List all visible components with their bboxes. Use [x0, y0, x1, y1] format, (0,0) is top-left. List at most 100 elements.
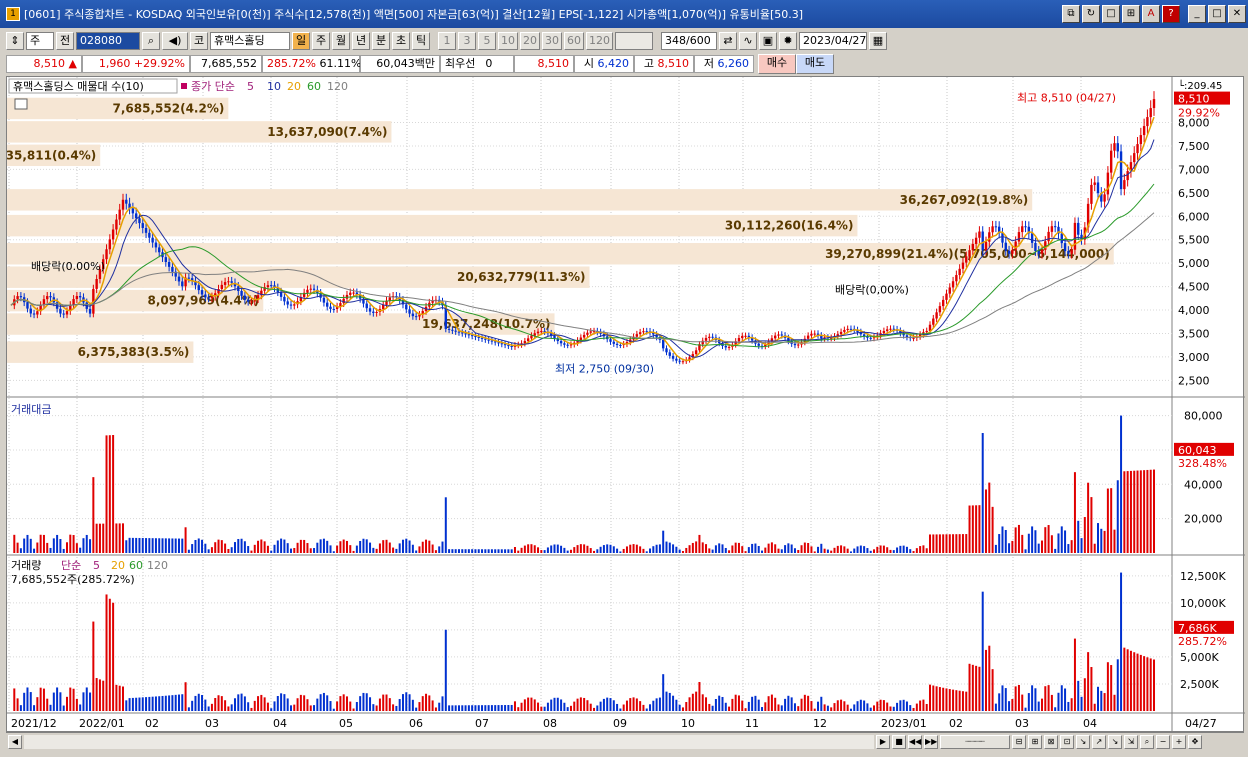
link-icon[interactable]: ⧉: [1062, 5, 1080, 23]
amount-bar: [1027, 533, 1030, 553]
trend-icon[interactable]: ∿: [739, 32, 757, 50]
chart-scrollbar[interactable]: ◀ ▶ ■ ◀◀ ▶▶ ┈┈┈┈ ⊟ ⊞ ⊠ ⊡ ↘ ↗ ↘ ⇲ ⌕ − + ✥: [6, 732, 1244, 750]
amount-bar: [569, 549, 572, 553]
rewind-icon[interactable]: ◀◀: [908, 734, 922, 749]
minute-1[interactable]: 1: [438, 32, 456, 50]
window-icon[interactable]: □: [1102, 5, 1120, 23]
candle-body: [932, 318, 935, 325]
help-icon[interactable]: ?: [1162, 5, 1180, 23]
candle-body: [118, 209, 121, 220]
candle-body: [540, 331, 543, 333]
amount-bar: [461, 549, 464, 553]
volume-bar: [1129, 650, 1132, 711]
minus-icon[interactable]: −: [1156, 734, 1170, 749]
forward-icon[interactable]: ▶▶: [924, 734, 938, 749]
price-tick: 3,500: [1178, 327, 1210, 340]
grid-icon[interactable]: ⊞: [1122, 5, 1140, 23]
minimize-button[interactable]: _: [1188, 5, 1206, 23]
pin-icon[interactable]: ⇕: [6, 32, 24, 50]
draw1-icon[interactable]: ↘: [1076, 734, 1090, 749]
candle-body: [375, 312, 378, 313]
scroll-left-icon[interactable]: ◀: [8, 734, 22, 749]
amount-bar: [606, 544, 609, 553]
volume-bar: [1080, 696, 1083, 711]
stock-code-input[interactable]: 028080: [76, 32, 140, 50]
volume-bar: [1024, 707, 1027, 711]
layout2-icon[interactable]: ⊞: [1028, 734, 1042, 749]
minute-3[interactable]: 3: [458, 32, 476, 50]
scroll-track[interactable]: [24, 734, 874, 749]
refresh-icon[interactable]: ↻: [1082, 5, 1100, 23]
amount-bar: [158, 538, 161, 553]
amount-bar: [177, 538, 180, 553]
prev-button[interactable]: 전: [56, 32, 74, 50]
amount-bar: [257, 540, 260, 553]
volume-profile-label: 735,811(0.4%): [7, 148, 96, 162]
amount-bar: [474, 549, 477, 553]
plus-icon[interactable]: +: [1172, 734, 1186, 749]
draw3-icon[interactable]: ↘: [1108, 734, 1122, 749]
volume-bar: [530, 697, 533, 711]
chart-area[interactable]: 8,000 7,500 7,000 6,500 6,000 5,500 5,000 4,500…: [6, 76, 1245, 733]
layout3-icon[interactable]: ⊠: [1044, 734, 1058, 749]
interval-month[interactable]: 월: [332, 32, 350, 50]
amount-bar: [135, 537, 138, 553]
interval-week[interactable]: 주: [312, 32, 330, 50]
price-tick: 5,500: [1178, 234, 1210, 247]
save-icon[interactable]: ▣: [759, 32, 777, 50]
volume-bar: [49, 704, 52, 711]
interval-second[interactable]: 초: [392, 32, 410, 50]
interval-day[interactable]: 일: [292, 32, 310, 50]
candle-body: [905, 335, 909, 338]
layout1-icon[interactable]: ⊟: [1012, 734, 1026, 749]
candle-body: [1067, 251, 1070, 254]
arrows-icon[interactable]: ⇄: [719, 32, 737, 50]
draw4-icon[interactable]: ⇲: [1124, 734, 1138, 749]
volume-bar: [253, 700, 256, 711]
speaker-icon[interactable]: ◀): [162, 32, 188, 50]
minute-120[interactable]: 120: [586, 32, 613, 50]
volume-bar: [1126, 649, 1129, 711]
minute-20[interactable]: 20: [520, 32, 540, 50]
minute-30[interactable]: 30: [542, 32, 562, 50]
stock-chart[interactable]: 8,0007,5007,0006,5006,0005,5005,0004,500…: [7, 77, 1245, 733]
move-icon[interactable]: ✥: [1188, 734, 1202, 749]
stop-icon[interactable]: ■: [892, 734, 906, 749]
close-button[interactable]: ✕: [1228, 5, 1246, 23]
volume-bar: [197, 693, 200, 711]
search-icon[interactable]: ⌕: [142, 32, 160, 50]
amount-bar: [833, 547, 836, 553]
amount-bar: [1139, 470, 1142, 553]
minute-custom-input[interactable]: [615, 32, 653, 50]
sell-button[interactable]: 매도: [796, 54, 834, 74]
candle-body: [59, 308, 62, 314]
maximize-button[interactable]: □: [1208, 5, 1226, 23]
volume-bar: [303, 695, 306, 711]
minute-5[interactable]: 5: [478, 32, 496, 50]
volume-profile-label: 13,637,090(7.4%): [267, 125, 387, 139]
layout4-icon[interactable]: ⊡: [1060, 734, 1074, 749]
calendar-icon[interactable]: ▦: [869, 32, 887, 50]
settings-icon[interactable]: ✹: [779, 32, 797, 50]
volume-bar: [665, 691, 668, 711]
volume-bar: [961, 691, 964, 711]
volume-bar: [576, 698, 579, 711]
count-input[interactable]: 348/600: [661, 32, 717, 50]
interval-minute[interactable]: 분: [372, 32, 390, 50]
x-axis-label: 12: [813, 717, 827, 730]
zoom-slider-icon[interactable]: ┈┈┈┈: [940, 734, 1010, 749]
play-icon[interactable]: ▶: [876, 734, 890, 749]
period-select[interactable]: 주: [26, 32, 54, 50]
candle-body: [612, 341, 615, 344]
amount-bar: [342, 539, 345, 553]
buy-button[interactable]: 매수: [758, 54, 796, 74]
minute-10[interactable]: 10: [498, 32, 518, 50]
candle-body: [349, 292, 352, 295]
draw2-icon[interactable]: ↗: [1092, 734, 1106, 749]
zoom-out-icon[interactable]: ⌕: [1140, 734, 1154, 749]
interval-tick[interactable]: 틱: [412, 32, 430, 50]
minute-60[interactable]: 60: [564, 32, 584, 50]
date-input[interactable]: 2023/04/27: [799, 32, 867, 50]
interval-year[interactable]: 년: [352, 32, 370, 50]
font-icon[interactable]: A: [1142, 5, 1160, 23]
